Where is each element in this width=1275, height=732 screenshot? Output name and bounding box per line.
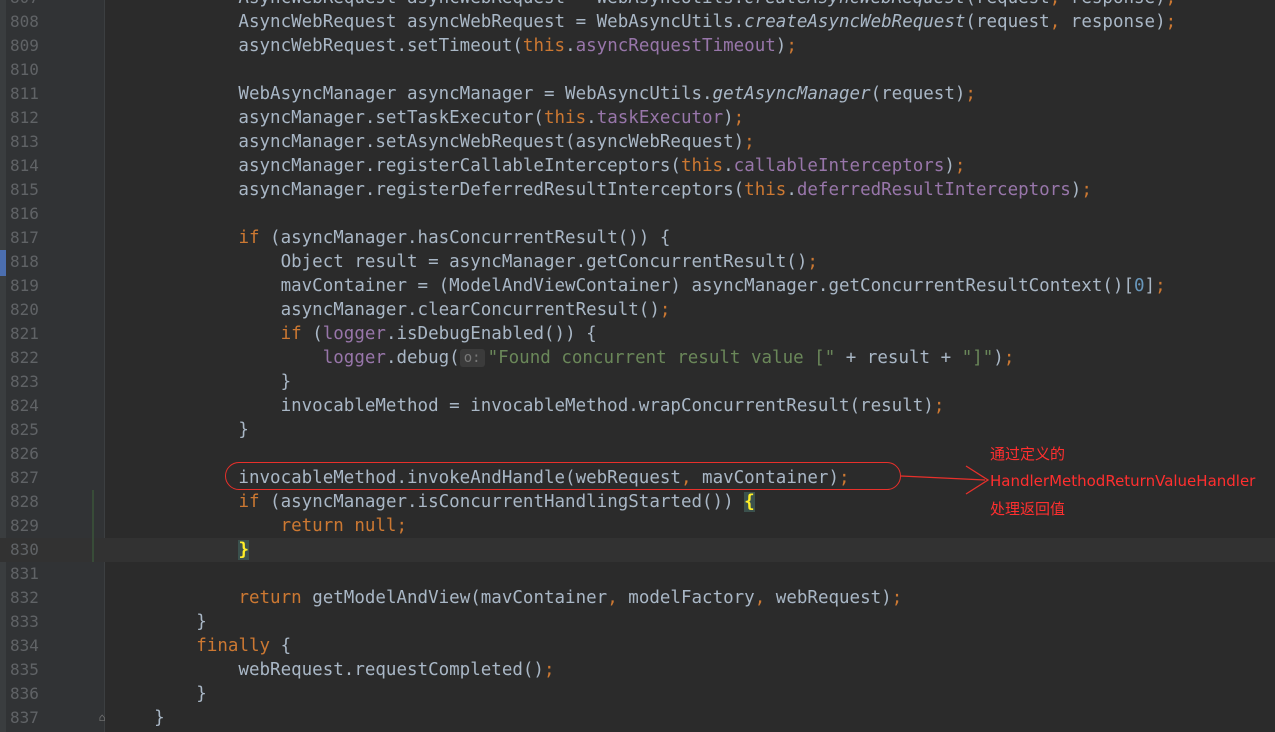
annotation-line-2: HandlerMethodReturnValueHandler bbox=[990, 472, 1256, 490]
annotation-line-1: 通过定义的 bbox=[990, 445, 1066, 463]
annotation-arrow bbox=[900, 465, 990, 495]
annotation-line-3: 处理返回值 bbox=[990, 500, 1066, 518]
